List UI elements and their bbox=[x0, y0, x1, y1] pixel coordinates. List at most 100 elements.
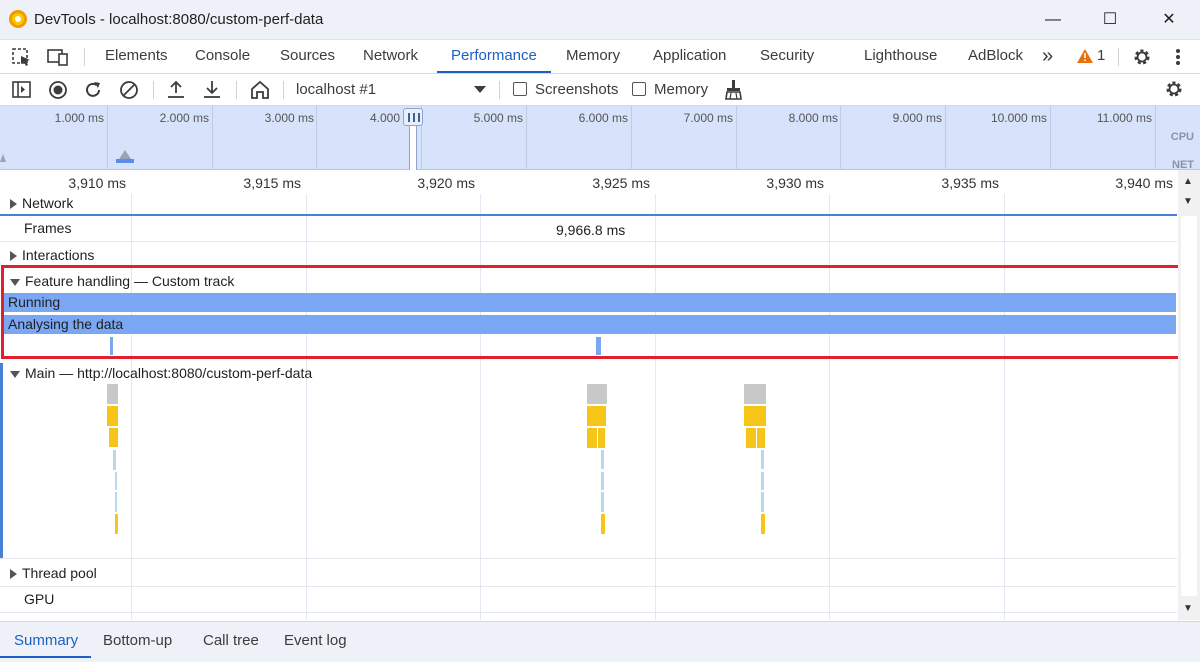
function-call-block[interactable] bbox=[601, 472, 604, 490]
expand-arrow-icon[interactable] bbox=[10, 199, 17, 210]
scroll-down-icon[interactable]: ▼ bbox=[1183, 196, 1193, 207]
function-call-block[interactable] bbox=[761, 492, 764, 512]
memory-checkbox[interactable] bbox=[632, 82, 646, 96]
script-block[interactable] bbox=[757, 428, 765, 448]
garbage-collect-icon[interactable] bbox=[724, 79, 744, 101]
tab-sources[interactable]: Sources bbox=[280, 40, 335, 73]
clear-icon[interactable] bbox=[119, 80, 139, 100]
script-block[interactable] bbox=[598, 428, 605, 448]
tab-network[interactable]: Network bbox=[363, 40, 418, 73]
function-call-block[interactable] bbox=[601, 492, 604, 512]
active-tab-indicator bbox=[437, 71, 551, 73]
script-block[interactable] bbox=[744, 406, 766, 426]
script-block[interactable] bbox=[107, 406, 118, 426]
track-thread-pool-label: Thread pool bbox=[22, 565, 97, 581]
overview-tick: 6.000 ms bbox=[578, 111, 628, 125]
more-tabs-button[interactable]: » bbox=[1042, 40, 1053, 73]
script-block[interactable] bbox=[761, 514, 765, 534]
warning-icon[interactable] bbox=[1076, 48, 1094, 64]
memory-label: Memory bbox=[654, 81, 709, 98]
expand-arrow-icon[interactable] bbox=[10, 251, 17, 262]
script-block[interactable] bbox=[587, 406, 606, 426]
warning-count[interactable]: 1 bbox=[1097, 40, 1105, 73]
tab-application[interactable]: Application bbox=[653, 40, 726, 73]
inspect-element-icon[interactable] bbox=[12, 48, 32, 66]
ruler-tick: 3,925 ms bbox=[592, 175, 650, 191]
function-call-block[interactable] bbox=[761, 450, 764, 469]
frame-duration[interactable]: 9,966.8 ms bbox=[556, 222, 625, 238]
tab-lighthouse[interactable]: Lighthouse bbox=[864, 40, 937, 73]
vertical-scrollbar[interactable]: ▲ ▼ ▼ bbox=[1178, 170, 1200, 620]
ruler-tick: 3,920 ms bbox=[417, 175, 475, 191]
function-call-block[interactable] bbox=[601, 450, 604, 469]
task-block[interactable] bbox=[107, 384, 118, 404]
target-select[interactable]: localhost #1 bbox=[296, 81, 376, 98]
scroll-down-icon[interactable]: ▼ bbox=[1183, 603, 1193, 614]
upload-icon[interactable] bbox=[166, 79, 186, 99]
settings-gear-icon[interactable] bbox=[1132, 47, 1152, 67]
tab-elements[interactable]: Elements bbox=[105, 40, 168, 73]
task-block[interactable] bbox=[744, 384, 766, 404]
timeline-overview[interactable]: 1.000 ms 2.000 ms 3.000 ms 4.000 5.000 m… bbox=[0, 106, 1200, 171]
grid-line bbox=[736, 106, 737, 170]
grid-line bbox=[480, 170, 481, 620]
function-call-block[interactable] bbox=[115, 472, 117, 490]
overview-tick: 11.000 ms bbox=[1096, 111, 1152, 125]
minimize-button[interactable]: — bbox=[1041, 8, 1065, 32]
close-window-button[interactable]: ✕ bbox=[1157, 8, 1181, 32]
tab-bottom-up[interactable]: Bottom-up bbox=[103, 632, 172, 649]
track-main[interactable]: Main — http://localhost:8080/custom-perf… bbox=[10, 365, 312, 381]
function-call-block[interactable] bbox=[113, 450, 116, 470]
reload-record-icon[interactable] bbox=[83, 80, 103, 100]
track-gpu-label[interactable]: GPU bbox=[24, 591, 54, 607]
time-ruler: 3,910 ms 3,915 ms 3,920 ms 3,925 ms 3,93… bbox=[0, 170, 1177, 194]
track-network[interactable]: Network bbox=[10, 195, 73, 211]
scroll-track[interactable] bbox=[1181, 216, 1197, 596]
toggle-sidebar-icon[interactable] bbox=[12, 81, 32, 99]
capture-settings-gear-icon[interactable] bbox=[1164, 79, 1184, 99]
ruler-tick: 3,940 ms bbox=[1115, 175, 1173, 191]
tab-adblock[interactable]: AdBlock bbox=[968, 40, 1023, 73]
grid-line bbox=[1004, 170, 1005, 620]
function-call-block[interactable] bbox=[115, 492, 117, 512]
tab-event-log[interactable]: Event log bbox=[284, 632, 347, 649]
track-frames-label[interactable]: Frames bbox=[24, 220, 71, 236]
script-block[interactable] bbox=[746, 428, 756, 448]
scroll-up-icon[interactable]: ▲ bbox=[1183, 176, 1193, 187]
more-options-icon[interactable] bbox=[1174, 48, 1182, 66]
track-divider bbox=[0, 214, 1177, 216]
script-block[interactable] bbox=[587, 428, 597, 448]
details-tab-bar: Summary Bottom-up Call tree Event log bbox=[0, 621, 1200, 662]
tab-memory[interactable]: Memory bbox=[566, 40, 620, 73]
cpu-activity-graph bbox=[0, 150, 134, 163]
expand-arrow-icon[interactable] bbox=[10, 569, 17, 580]
device-toolbar-icon[interactable] bbox=[47, 48, 69, 66]
record-icon[interactable] bbox=[48, 80, 68, 100]
track-network-label: Network bbox=[22, 195, 74, 211]
screenshots-checkbox[interactable] bbox=[513, 82, 527, 96]
function-call-block[interactable] bbox=[761, 472, 764, 490]
download-icon[interactable] bbox=[202, 79, 222, 99]
overview-tick: 8.000 ms bbox=[788, 111, 838, 125]
tab-summary[interactable]: Summary bbox=[14, 632, 78, 649]
task-block[interactable] bbox=[587, 384, 607, 404]
tab-performance[interactable]: Performance bbox=[451, 40, 537, 73]
script-block[interactable] bbox=[115, 514, 118, 534]
divider bbox=[499, 81, 500, 99]
selection-window[interactable] bbox=[409, 126, 417, 170]
track-interactions[interactable]: Interactions bbox=[10, 247, 94, 263]
script-block[interactable] bbox=[109, 428, 118, 447]
collapse-arrow-icon[interactable] bbox=[10, 370, 20, 378]
selection-handle[interactable] bbox=[403, 108, 423, 126]
tab-security[interactable]: Security bbox=[760, 40, 814, 73]
home-icon[interactable] bbox=[249, 79, 271, 101]
overview-tick: 4.000 bbox=[369, 111, 400, 125]
track-thread-pool[interactable]: Thread pool bbox=[10, 565, 97, 581]
chevron-down-icon[interactable] bbox=[474, 86, 486, 94]
devtools-tab-bar: Elements Console Sources Network Perform… bbox=[0, 40, 1200, 74]
script-block[interactable] bbox=[601, 514, 605, 534]
maximize-button[interactable]: ☐ bbox=[1098, 8, 1122, 32]
tab-console[interactable]: Console bbox=[195, 40, 250, 73]
track-divider bbox=[0, 241, 1177, 242]
tab-call-tree[interactable]: Call tree bbox=[203, 632, 259, 649]
